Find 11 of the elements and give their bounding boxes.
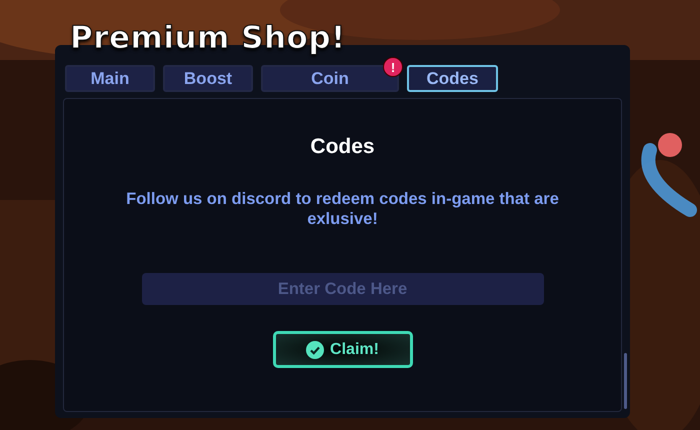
alert-badge: ! bbox=[383, 57, 403, 77]
tab[interactable]: Codes bbox=[407, 65, 498, 92]
scrollbar[interactable] bbox=[624, 353, 627, 409]
code-input-field[interactable]: Enter Code Here bbox=[142, 273, 544, 305]
panel-heading: Codes bbox=[310, 135, 375, 159]
check-icon bbox=[306, 340, 324, 358]
tab[interactable]: Boost bbox=[163, 65, 253, 92]
message-text: Follow us on discord to redeem codes in-game that are exlusive! bbox=[125, 189, 560, 229]
shop-title: Premium Shop! bbox=[70, 20, 346, 56]
claim-button[interactable]: Claim! bbox=[272, 331, 412, 368]
tab[interactable]: Main bbox=[65, 65, 155, 92]
